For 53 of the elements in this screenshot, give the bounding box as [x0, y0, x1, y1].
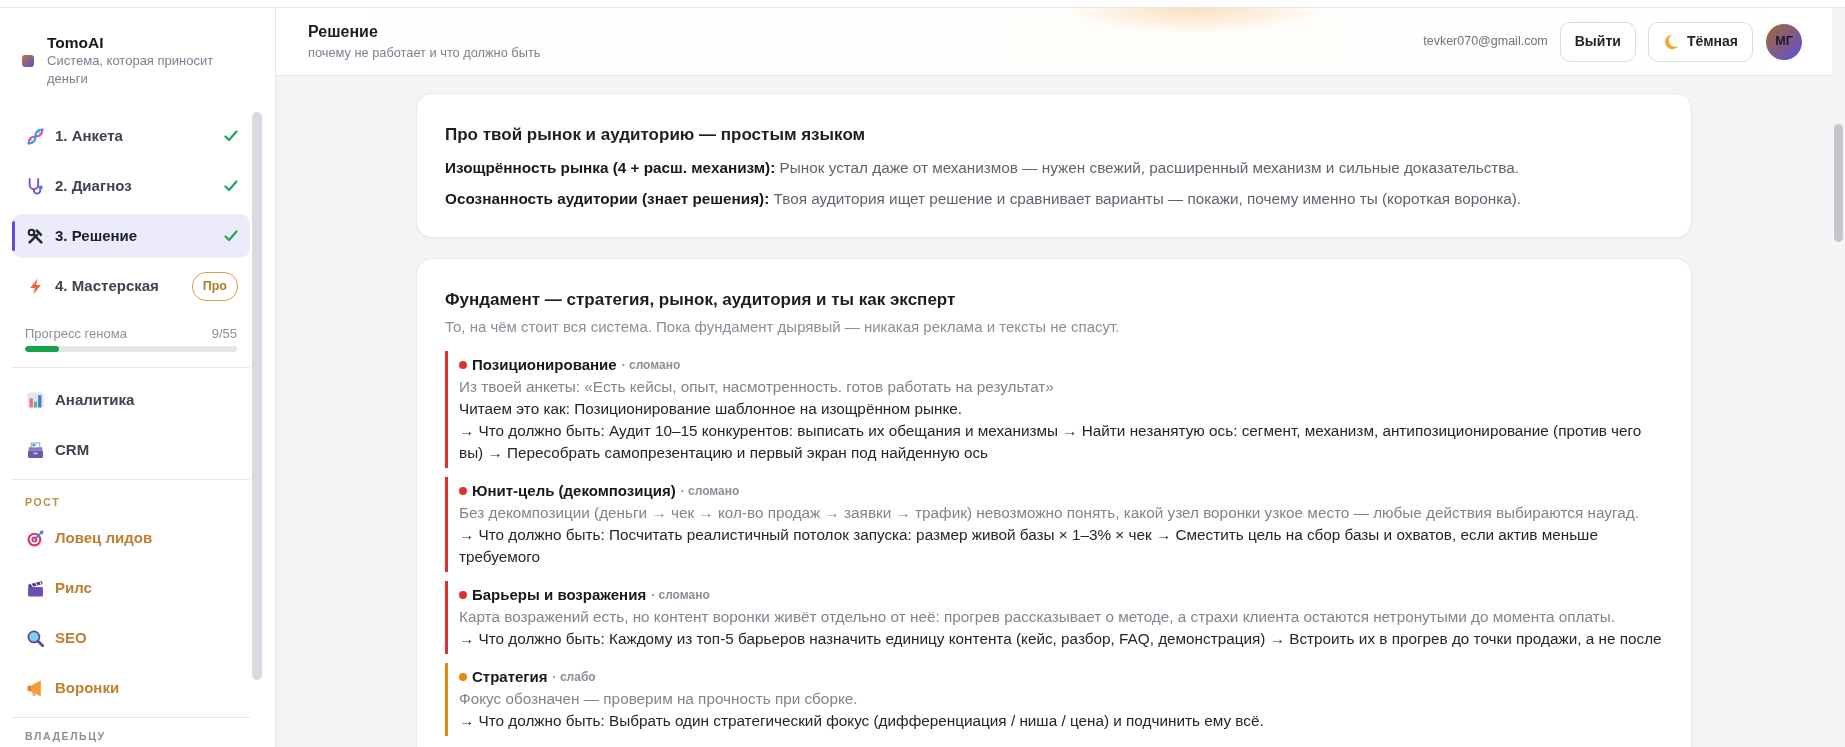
card-title: Про твой рынок и аудиторию — простым языком	[445, 125, 867, 145]
issue-note: Фокус обозначен — проверим на прочность при сборке.	[459, 689, 859, 709]
issue-status: · сломано	[680, 483, 740, 500]
issue-title: Барьеры и возражения	[472, 585, 647, 605]
issue-text: → Что должно быть: Каждому из топ-5 барьеров назначить единицу контента (кейс, разбор, FAQ, демонстрация) → Встроить их в прогрев до точки продажи, а не после	[459, 629, 1663, 649]
issue-title: Стратегия	[472, 667, 548, 687]
card-title: Фундамент — стратегия, рынок, аудитория и ты как эксперт	[445, 290, 957, 310]
logout-button[interactable]: Выйти	[1559, 21, 1636, 62]
issue-text: Читаем это как: Позиционирование шаблонное на изощрённом рынке.	[459, 399, 964, 419]
issue-status: · сломано	[621, 357, 681, 374]
nav-item[interactable]: 1. Анкета	[12, 114, 250, 158]
progress-count: 9/55	[211, 326, 237, 342]
issue-status: · слабо	[552, 669, 596, 686]
dna-icon	[27, 127, 44, 145]
stethoscope-icon	[27, 177, 44, 195]
issue-text: → Что должно быть: Аудит 10–15 конкурентов: выписать их обещания и механизмы → Найти незанятую ось: сегмент, механизм, антипозиционирование (против чего вы) → Пересобрать самопрезентацию и первый экран под найденную ось	[459, 421, 1643, 463]
issue-text: → Что должно быть: Выбрать один стратегический фокус (дифференциация / ниша / цена) и подчинить ему всё.	[459, 711, 1265, 731]
page-title: Решение	[308, 22, 379, 42]
nav-item[interactable]: CRM	[12, 428, 250, 472]
issue-title: Позиционирование	[472, 355, 617, 375]
nav-item[interactable]: 2. Диагноз	[12, 164, 250, 208]
progress-label: Прогресс генома	[25, 326, 127, 342]
issue-title: Юнит-цель (декомпозиция)	[472, 481, 676, 501]
nav-item[interactable]: 4. Мастерская Про	[12, 264, 250, 308]
issue-note: Из твоей анкеты: «Есть кейсы, опыт, насмотренность. готов работать на результат»	[459, 377, 1055, 397]
tools-icon	[27, 227, 44, 245]
brand-name: TomoAI	[47, 34, 105, 52]
theme-button[interactable]: Тёмная	[1647, 21, 1753, 62]
target-icon	[27, 529, 44, 547]
moon-icon	[1662, 33, 1679, 50]
page-subtitle: почему не работает и что должно быть	[308, 45, 541, 61]
nav-item[interactable]: 3. Решение	[12, 214, 250, 258]
issue-status: · сломано	[651, 587, 710, 604]
section-heading: ВЛАДЕЛЬЦУ	[25, 729, 107, 743]
pro-badge: Про	[191, 271, 238, 301]
logo-icon	[22, 55, 34, 67]
fact-text: Изощрённость рынка (4 + расш. механизм): Рынок устал даже от механизмов — нужен свежий, расширенный механизм и сильные доказательства.	[445, 158, 1521, 178]
scrollbar-thumb[interactable]	[1834, 124, 1843, 242]
user-email: tevker070@gmail.com	[1423, 33, 1548, 51]
card-subtitle: То, на чём стоит вся система. Пока фундамент дырявый — никакая реклама и тексты не спасут.	[445, 317, 1121, 337]
nav-item[interactable]: Аналитика	[12, 378, 250, 422]
search-icon	[27, 629, 44, 647]
section-heading: РОСТ	[25, 495, 62, 509]
brand-tagline: Система, которая приносит деньги	[47, 52, 215, 88]
megaphone-icon	[27, 679, 44, 697]
clapperboard-icon	[27, 579, 44, 597]
fact-text: Осознанность аудитории (знает решения): Твоя аудитория ищет решение и сравнивает варианты — покажи, почему именно ты (короткая воронка).	[445, 189, 1523, 209]
issue-note: Карта возражений есть, но контент воронки живёт отдельно от неё: прогрев рассказывает о методе, а страхи клиента остаются нетронутыми до момента оплаты.	[459, 607, 1616, 627]
issue-text: → Что должно быть: Посчитать реалистичный потолок запуска: размер живой базы × 1–3% × чек → Сместить цель на сбор базы и охватов, если актив меньше требуемого	[459, 525, 1599, 567]
issue-note: Без декомпозиции (деньги → чек → кол-во продаж → заявки → трафик) невозможно понять, какой узел воронки узкое место — любые действия выбираются наугад.	[459, 503, 1640, 523]
card-box-icon	[27, 441, 44, 459]
bar-chart-icon	[27, 391, 44, 409]
scrollbar-thumb[interactable]	[252, 112, 262, 680]
